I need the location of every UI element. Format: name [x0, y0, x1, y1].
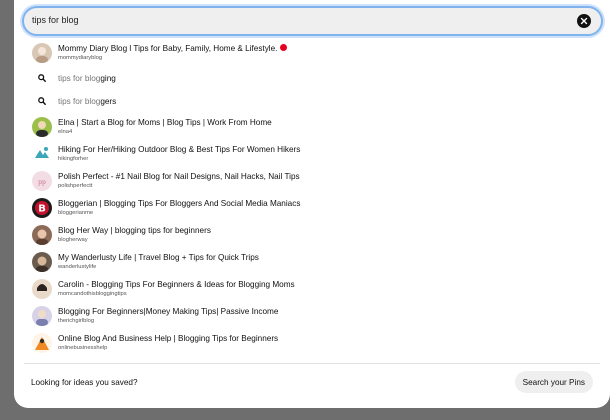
avatar — [32, 279, 52, 299]
profile-title: Hiking For Her/Hiking Outdoor Blog & Bes… — [58, 145, 301, 154]
suggestion-profile-hikingforher[interactable]: Hiking For Her/Hiking Outdoor Blog & Bes… — [14, 141, 610, 167]
profile-title: Carolin - Blogging Tips For Beginners & … — [58, 280, 295, 289]
profile-handle: elna4 — [58, 129, 73, 135]
search-your-pins-button[interactable]: Search your Pins — [514, 371, 593, 393]
profile-title: Blogging For Beginners|Money Making Tips… — [58, 307, 279, 316]
profile-title: Mommy Diary Blog l Tips for Baby, Family… — [58, 44, 278, 53]
suggestion-profile-wanderlustylife[interactable]: My Wanderlusty Life | Travel Blog + Tips… — [14, 249, 610, 275]
avatar — [32, 333, 52, 353]
saved-ideas-prompt: Looking for ideas you saved? — [31, 378, 138, 387]
svg-text:pp: pp — [38, 179, 46, 186]
profile-handle: mommydiaryblog — [58, 55, 103, 61]
avatar: B — [32, 198, 52, 218]
profile-title: Elna | Start a Blog for Moms | Blog Tips… — [58, 118, 272, 127]
profile-handle: wanderlustylife — [58, 264, 97, 270]
suggestion-profile-mommydiaryblog[interactable]: Mommy Diary Blog l Tips for Baby, Family… — [14, 40, 610, 66]
avatar — [32, 117, 52, 137]
profile-handle: onlinebusinesshelp — [58, 345, 108, 351]
suggestion-profile-bloggerianme[interactable]: B Bloggerian | Blogging Tips For Blogger… — [14, 195, 610, 221]
close-icon — [580, 17, 588, 25]
profile-title: My Wanderlusty Life | Travel Blog + Tips… — [58, 253, 259, 262]
svg-text:B: B — [38, 204, 46, 215]
profile-handle: blogherway — [58, 237, 88, 243]
suggestion-profile-therichgirlblog[interactable]: Blogging For Beginners|Money Making Tips… — [14, 303, 610, 329]
profile-handle: bloggerianme — [58, 210, 94, 216]
suggestion-query-bloggers[interactable]: tips for bloggers — [14, 89, 610, 115]
avatar — [32, 43, 52, 63]
profile-title: Bloggerian | Blogging Tips For Bloggers … — [58, 199, 301, 208]
profile-title: Online Blog And Business Help | Blogging… — [58, 334, 279, 343]
avatar — [32, 252, 52, 272]
search-icon — [38, 74, 46, 82]
profile-handle: momcandothisbloggingtips — [58, 291, 127, 297]
avatar — [32, 144, 52, 164]
suggestion-profile-blogherway[interactable]: Blog Her Way | blogging tips for beginne… — [14, 222, 610, 248]
search-dropdown-panel: tips for blog Mommy Diary Blog l Tips fo… — [14, 0, 610, 408]
suggestion-profile-polishperfectt[interactable]: pp Polish Perfect - #1 Nail Blog for Nai… — [14, 168, 610, 194]
profile-handle: hikingforher — [58, 156, 89, 162]
avatar: pp — [32, 171, 52, 191]
suggestion-profile-momcandothisbloggingtips[interactable]: Carolin - Blogging Tips For Beginners & … — [14, 276, 610, 302]
suggestion-profile-onlinebusinesshelp[interactable]: Online Blog And Business Help | Blogging… — [14, 330, 610, 356]
avatar — [32, 225, 52, 245]
query-text: tips for bloggers — [58, 97, 117, 106]
profile-title: Blog Her Way | blogging tips for beginne… — [58, 226, 211, 235]
divider — [24, 363, 600, 364]
profile-handle: therichgirlblog — [58, 318, 95, 324]
clear-search-button[interactable] — [577, 14, 591, 28]
search-input[interactable]: tips for blog — [32, 15, 79, 25]
suggestion-profile-elna4[interactable]: Elna | Start a Blog for Moms | Blog Tips… — [14, 114, 610, 140]
search-bar[interactable]: tips for blog — [22, 6, 603, 36]
profile-title: Polish Perfect - #1 Nail Blog for Nail D… — [58, 172, 300, 181]
profile-handle: polishperfectt — [58, 183, 93, 189]
avatar — [32, 306, 52, 326]
query-text: tips for blogging — [58, 74, 116, 83]
search-icon — [38, 97, 46, 105]
verified-badge-icon — [280, 44, 288, 52]
